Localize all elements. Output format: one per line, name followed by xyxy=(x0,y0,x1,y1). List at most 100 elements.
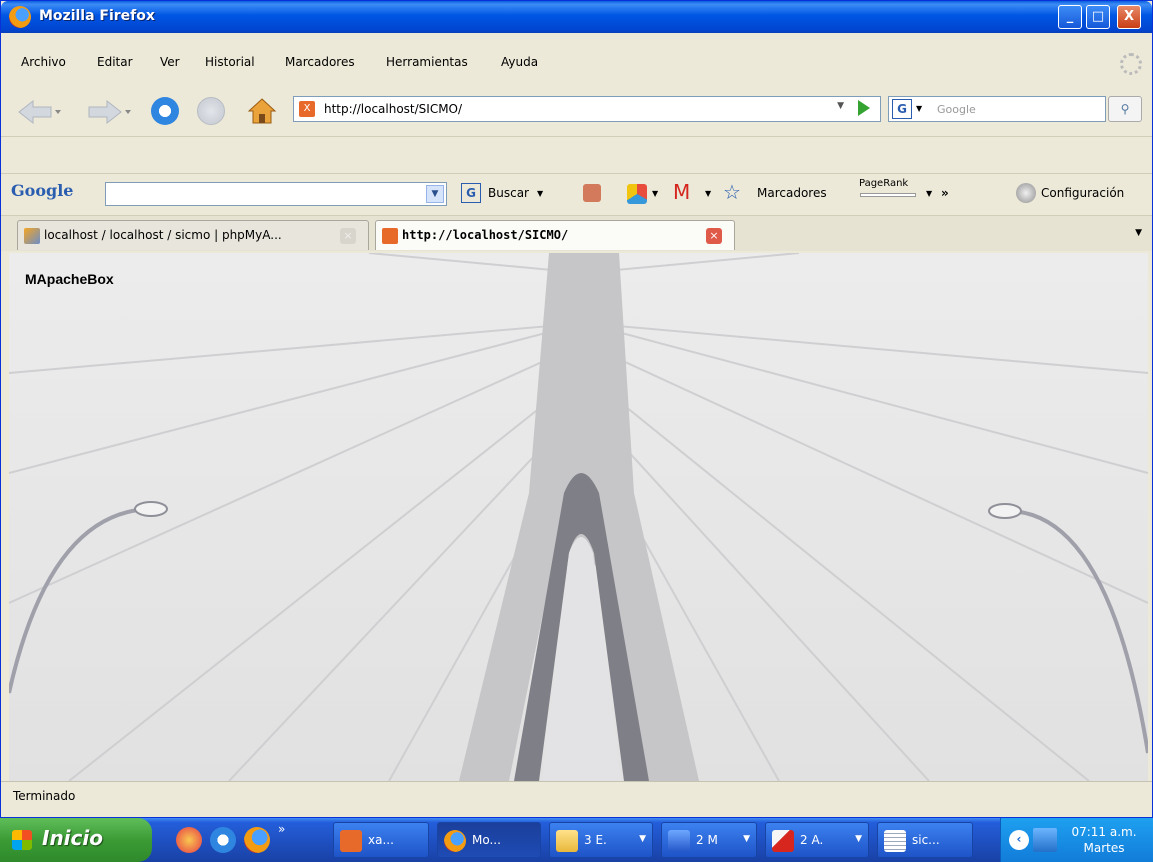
pagerank-tool-icon[interactable] xyxy=(583,184,601,202)
taskbar-button-label: sic... xyxy=(912,833,940,847)
search-box[interactable]: G ▼ Google xyxy=(888,96,1106,122)
google-g-icon[interactable]: G xyxy=(461,183,481,203)
firefox-quicklaunch-icon[interactable] xyxy=(244,827,270,853)
status-text: Terminado xyxy=(13,789,76,803)
tab-list-icon[interactable]: ▼ xyxy=(1135,228,1142,238)
taskbar-button-label: 2 A. xyxy=(800,833,824,847)
search-placeholder[interactable]: Google xyxy=(937,103,976,116)
autofill-icon[interactable] xyxy=(627,184,647,204)
google-search-dropdown-icon[interactable]: ▼ xyxy=(426,185,444,203)
taskbar-button-label: 3 E. xyxy=(584,833,607,847)
gmail-dropdown-icon[interactable]: ▼ xyxy=(705,189,711,198)
word-icon xyxy=(668,830,690,852)
taskbar-button-word[interactable]: 2 M ▼ xyxy=(661,822,757,858)
taskbar-button-explorer[interactable]: 3 E. ▼ xyxy=(549,822,653,858)
bridge-background-image xyxy=(9,253,1148,781)
taskbar-button-label: Mo... xyxy=(472,833,501,847)
status-bar: Terminado xyxy=(1,781,1152,811)
title-bar[interactable]: Mozilla Firefox _ □ X xyxy=(1,1,1152,33)
group-arrow-icon: ▼ xyxy=(743,834,750,844)
google-logo-text: Google xyxy=(11,181,74,200)
notepad-icon xyxy=(884,830,906,852)
star-icon[interactable]: ☆ xyxy=(723,180,741,204)
url-dropdown-icon[interactable]: ▼ xyxy=(837,101,844,111)
url-text[interactable]: http://localhost/SICMO/ xyxy=(324,102,462,116)
tab-sicmo[interactable]: http://localhost/SICMO/ × xyxy=(375,220,735,250)
network-icon[interactable] xyxy=(1033,828,1057,852)
menu-marcadores[interactable]: Marcadores xyxy=(285,55,355,69)
stop-icon[interactable] xyxy=(197,97,225,125)
xampp-favicon-icon xyxy=(382,228,398,244)
tab-phpmyadmin[interactable]: localhost / localhost / sicmo | phpMyA..… xyxy=(17,220,369,250)
acrobat-icon xyxy=(772,830,794,852)
page-heading: MApacheBox xyxy=(25,271,114,287)
tab-label: localhost / localhost / sicmo | phpMyA..… xyxy=(44,228,282,242)
bookmarks-toolbar xyxy=(1,136,1152,169)
menu-herramientas[interactable]: Herramientas xyxy=(386,55,468,69)
menu-archivo[interactable]: Archivo xyxy=(21,55,66,69)
firefox-logo-icon xyxy=(9,6,31,28)
configuracion-button[interactable]: Configuración xyxy=(1041,186,1124,200)
windows-flag-icon xyxy=(12,830,32,850)
taskbar-button-label: 2 M xyxy=(696,833,718,847)
google-logo[interactable]: Google xyxy=(11,181,73,200)
folder-icon xyxy=(556,830,578,852)
navigation-toolbar: X http://localhost/SICMO/ ▼ G ▼ Google ⚲ xyxy=(1,91,1152,131)
taskbar-button-acrobat[interactable]: 2 A. ▼ xyxy=(765,822,869,858)
internet-explorer-icon[interactable] xyxy=(210,827,236,853)
group-arrow-icon: ▼ xyxy=(855,834,862,844)
quicklaunch-overflow-button[interactable]: » xyxy=(278,822,285,836)
browser-window: Mozilla Firefox _ □ X Archivo Editar Ver… xyxy=(0,0,1153,818)
close-button[interactable]: X xyxy=(1117,5,1141,29)
tab-close-icon[interactable]: × xyxy=(706,228,722,244)
taskbar-button-firefox[interactable]: Mo... xyxy=(437,822,541,858)
phpmyadmin-favicon-icon xyxy=(24,228,40,244)
clock-day: Martes xyxy=(1083,841,1125,855)
buscar-button[interactable]: Buscar xyxy=(488,186,529,200)
start-button[interactable]: Inicio xyxy=(0,818,152,862)
start-label: Inicio xyxy=(42,826,103,850)
back-button[interactable] xyxy=(17,99,63,125)
buscar-dropdown-icon[interactable]: ▼ xyxy=(537,189,543,198)
clock-time: 07:11 a.m. xyxy=(1071,825,1137,839)
autofill-dropdown-icon[interactable]: ▼ xyxy=(652,189,658,198)
page-content: MApacheBox xyxy=(9,253,1148,781)
system-tray: ‹ 07:11 a.m. Martes xyxy=(1000,818,1153,862)
marcadores-button[interactable]: Marcadores xyxy=(757,186,827,200)
search-engine-icon[interactable]: G xyxy=(892,99,912,119)
window-title: Mozilla Firefox xyxy=(39,8,155,24)
pagerank-label[interactable]: PageRank xyxy=(859,178,908,189)
more-tools-button[interactable]: » xyxy=(941,186,949,200)
tab-close-icon[interactable]: × xyxy=(340,228,356,244)
clock[interactable]: 07:11 a.m. Martes xyxy=(1061,824,1147,856)
menu-historial[interactable]: Historial xyxy=(205,55,255,69)
url-bar[interactable]: X http://localhost/SICMO/ ▼ xyxy=(293,96,881,122)
firefox-icon xyxy=(444,830,466,852)
taskbar-button-notepad[interactable]: sic... xyxy=(877,822,973,858)
settings-icon[interactable] xyxy=(1016,183,1036,203)
search-magnifier-icon[interactable]: ⚲ xyxy=(1108,96,1142,122)
xampp-favicon-icon: X xyxy=(299,101,315,117)
menu-ayuda[interactable]: Ayuda xyxy=(501,55,538,69)
xampp-icon xyxy=(340,830,362,852)
menu-editar[interactable]: Editar xyxy=(97,55,133,69)
pagerank-dropdown-icon[interactable]: ▼ xyxy=(926,189,932,198)
home-icon[interactable] xyxy=(247,97,277,125)
menu-ver[interactable]: Ver xyxy=(160,55,180,69)
group-arrow-icon: ▼ xyxy=(639,834,646,844)
pagerank-bar xyxy=(860,193,916,197)
taskbar-button-label: xa... xyxy=(368,833,394,847)
tab-label: http://localhost/SICMO/ xyxy=(402,228,569,242)
reload-icon[interactable] xyxy=(151,97,179,125)
go-icon[interactable] xyxy=(858,100,870,116)
gmail-icon[interactable]: M xyxy=(673,180,690,204)
search-engine-dropdown-icon[interactable]: ▼ xyxy=(916,104,922,113)
google-search-input[interactable]: ▼ xyxy=(105,182,447,206)
maximize-button[interactable]: □ xyxy=(1086,5,1110,29)
taskbar-button-xampp[interactable]: xa... xyxy=(333,822,429,858)
forward-button[interactable] xyxy=(83,99,133,125)
tray-expand-icon[interactable]: ‹ xyxy=(1009,830,1029,850)
tab-bar: localhost / localhost / sicmo | phpMyA..… xyxy=(1,215,1152,251)
quicklaunch-app-icon[interactable] xyxy=(176,827,202,853)
minimize-button[interactable]: _ xyxy=(1058,5,1082,29)
